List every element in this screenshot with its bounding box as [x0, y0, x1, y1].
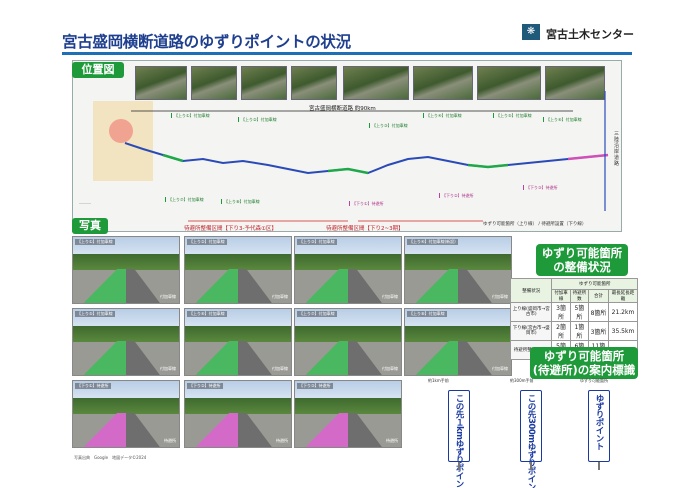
photo-tag: 付加車線 [382, 294, 398, 299]
sign-post [598, 462, 600, 470]
table-header: 最長延長距離 [607, 289, 639, 303]
map-callout: 【下り①】待避所 [349, 201, 384, 206]
sign-text: ゆずりポイント [594, 394, 604, 450]
organization-logo: ❋ [522, 24, 540, 40]
road-photo: 【上り⑥】付加車線 付加車線 [184, 308, 292, 376]
map-callout: 【上り⑥】付加車線 [543, 117, 582, 122]
map-callout: 【上り③】付加車線 [369, 123, 408, 128]
sanriku-road-label: 三陸沿岸道路 [614, 131, 620, 167]
guide-title: ゆずり可能箇所 (待避所)の案内標識 [530, 347, 638, 379]
photo-caption: 【上り③】付加車線 [297, 239, 337, 245]
road-photo: 【下り③】待避所 待避所 [294, 380, 402, 448]
table-cell: 3箇所 [551, 302, 571, 322]
photo-caption: 【上り②】付加車線 [187, 239, 227, 245]
photo-credit: 写真出典 Google 地図データ©2024 [74, 455, 147, 460]
table-header: 合計 [588, 289, 609, 303]
map-callout: 【上り①】付加車線 [171, 113, 210, 118]
map-callout: 【上り④】付加車線 [423, 113, 462, 118]
road-photo: 【上り⑧】付加車線 付加車線 [404, 308, 512, 376]
photo-caption: 【上り①】付加車線 [75, 239, 115, 245]
photo-tag: 待避所 [276, 438, 288, 443]
guide-sign-1km: この先１kmゆずりポイント [448, 390, 470, 488]
map-callout: 【下り②】待避所 [439, 193, 474, 198]
header-divider [62, 52, 632, 55]
photo-caption: 【下り②】待避所 [187, 383, 223, 389]
road-photo: 【上り①】付加車線 付加車線 [72, 236, 180, 304]
row-label: 下り線(宮古市→盛岡市) [509, 321, 553, 341]
sign-caption: 約1km手前 [428, 378, 449, 383]
organization-name: 宮古土木センター [546, 28, 634, 41]
road-photo: 【下り②】待避所 待避所 [184, 380, 292, 448]
table-cell: 8箇所 [588, 302, 609, 322]
map-callout: 【上り②】付加車線 [238, 117, 277, 122]
table-header: 整備状況 [509, 278, 553, 303]
table-cell: 21.2km [607, 302, 639, 322]
photo-tag: 付加車線 [160, 294, 176, 299]
photo-tag: 付加車線 [272, 294, 288, 299]
road-photo: 【上り②】付加車線 付加車線 [184, 236, 292, 304]
guide-sign-300m: この先300mゆずりポイント [520, 390, 542, 488]
photo-caption: 【下り③】待避所 [297, 383, 333, 389]
photo-tag: 待避所 [386, 438, 398, 443]
sign-text: この先１kmゆずりポイント [454, 394, 464, 488]
photo-tag: 待避所 [164, 438, 176, 443]
table-header-group: ゆずり可能箇所 [551, 278, 638, 290]
table-cell: 1箇所 [569, 321, 590, 341]
location-map: 宮古盛岡横断道路 約90km 三陸沿岸道路 ゆずり可能箇所（上り線） / 待避所… [72, 60, 622, 232]
photo-tag: 付加車線 [492, 294, 508, 299]
section-caption: 待避所整備区間【下り3-予代森①区】 [184, 226, 277, 232]
road-photo: 【上り③】付加車線 付加車線 [294, 236, 402, 304]
table-cell: 5箇所 [569, 302, 590, 322]
guide-sign-point: ゆずりポイント [588, 390, 610, 462]
section-caption: 待避所整備区間【下り2~3期】 [326, 226, 404, 232]
sign-post [530, 462, 532, 470]
table-cell: 2箇所 [551, 321, 571, 341]
photo-tag: 付加車線 [272, 366, 288, 371]
status-title-line1: ゆずり可能箇所 [541, 246, 623, 260]
map-legend: ゆずり可能箇所（上り線） / 待避所設置（下り線） [483, 222, 587, 227]
table-row: 下り線(宮古市→盛岡市) 2箇所 1箇所 3箇所 35.5km [509, 321, 639, 341]
table-header: 付加車線 [551, 289, 571, 303]
photo-caption: 【下り①】待避所 [75, 383, 111, 389]
map-note: ＿＿＿ [79, 199, 91, 204]
road-photo: 【上り⑤】付加車線 付加車線 [72, 308, 180, 376]
photo-tag: 付加車線 [160, 366, 176, 371]
route-map-drawing [93, 91, 609, 222]
location-map-label: 位置図 [72, 62, 124, 78]
photo-caption: 【上り⑥】付加車線 [187, 311, 227, 317]
sign-text: この先300mゆずりポイント [526, 394, 536, 488]
table-cell: 3箇所 [588, 321, 609, 341]
row-label: 上り線(盛岡市→宮古市) [509, 302, 553, 322]
status-title: ゆずり可能箇所 の整備状況 [536, 244, 628, 276]
table-row: 上り線(盛岡市→宮古市) 3箇所 5箇所 8箇所 21.2km [509, 302, 639, 322]
route-total-length: 宮古盛岡横断道路 約90km [309, 106, 376, 112]
status-title-line2: の整備状況 [553, 260, 611, 274]
map-callout: 【下り③】待避所 [523, 185, 558, 190]
photo-tag: 付加車線 [382, 366, 398, 371]
photo-tag: 付加車線 [492, 366, 508, 371]
map-callout: 【上り⑧】付加車線 [221, 199, 260, 204]
sign-caption: ゆずり可能箇所 [580, 378, 608, 383]
sign-caption: 約300m手前 [510, 378, 534, 383]
map-callout: 【上り⑤】付加車線 [493, 113, 532, 118]
road-photo: 【上り⑦】付加車線 付加車線 [294, 308, 402, 376]
photo-caption: 【上り⑦】付加車線 [297, 311, 337, 317]
photo-caption: 【上り⑤】付加車線 [75, 311, 115, 317]
photos-label: 写真 [72, 218, 108, 234]
map-callout: 【上り⑦】付加車線 [165, 197, 204, 202]
guide-title-line2: (待避所)の案内標識 [532, 363, 636, 377]
photo-caption: 【上り④】付加車線(新設) [407, 239, 458, 245]
road-photo: 【上り④】付加車線(新設) 付加車線 [404, 236, 512, 304]
table-cell: 35.5km [607, 321, 639, 341]
page-title: 宮古盛岡横断道路のゆずりポイントの状況 [62, 33, 351, 51]
guide-title-line1: ゆずり可能箇所 [543, 349, 625, 363]
photo-caption: 【上り⑧】付加車線 [407, 311, 447, 317]
sign-post [458, 462, 460, 470]
table-header: 待避所数 [569, 289, 590, 303]
road-photo: 【下り①】待避所 待避所 [72, 380, 180, 448]
